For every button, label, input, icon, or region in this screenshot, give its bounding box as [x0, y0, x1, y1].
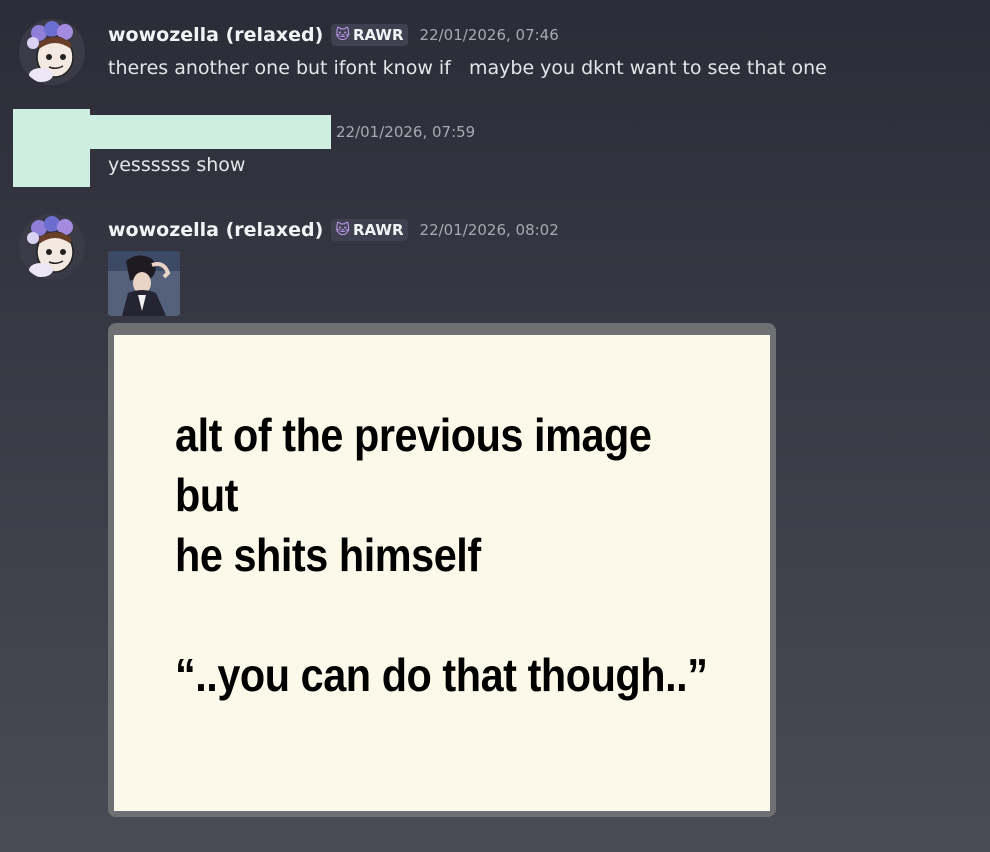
- message-header: 22/01/2026, 07:59: [336, 123, 475, 141]
- image-attachment[interactable]: alt of the previous image but he shits h…: [108, 323, 776, 817]
- user-avatar[interactable]: [19, 19, 85, 85]
- server-tag[interactable]: 🐱 RAWR: [331, 219, 408, 241]
- redacted-avatar: [13, 109, 90, 187]
- caption-line: he shits himself: [175, 529, 481, 581]
- message-text: yessssss show: [108, 154, 246, 176]
- server-tag-label: RAWR: [352, 221, 404, 239]
- image-caption-text: alt of the previous image but he shits h…: [175, 405, 715, 705]
- redacted-username: [90, 115, 331, 149]
- cat-face-icon: 🐱: [335, 27, 350, 43]
- caption-quote: “..you can do that though..”: [175, 649, 708, 701]
- server-tag[interactable]: 🐱 RAWR: [331, 24, 408, 46]
- username[interactable]: wowozella (relaxed): [108, 219, 323, 241]
- message-text: theres another one but ifont know if may…: [108, 57, 827, 79]
- cat-face-icon: 🐱: [335, 222, 350, 238]
- caption-line: alt of the previous image but: [175, 409, 652, 521]
- message-header: wowozella (relaxed) 🐱 RAWR 22/01/2026, 0…: [108, 219, 559, 241]
- timestamp[interactable]: 22/01/2026, 07:59: [336, 123, 475, 141]
- message-header: wowozella (relaxed) 🐱 RAWR 22/01/2026, 0…: [108, 24, 559, 46]
- username[interactable]: wowozella (relaxed): [108, 24, 323, 46]
- server-tag-label: RAWR: [352, 26, 404, 44]
- user-avatar[interactable]: [19, 214, 85, 280]
- timestamp[interactable]: 22/01/2026, 07:46: [420, 26, 559, 44]
- timestamp[interactable]: 22/01/2026, 08:02: [420, 221, 559, 239]
- image-caption-card: alt of the previous image but he shits h…: [114, 335, 770, 811]
- image-attachment-thumbnail[interactable]: [108, 251, 180, 316]
